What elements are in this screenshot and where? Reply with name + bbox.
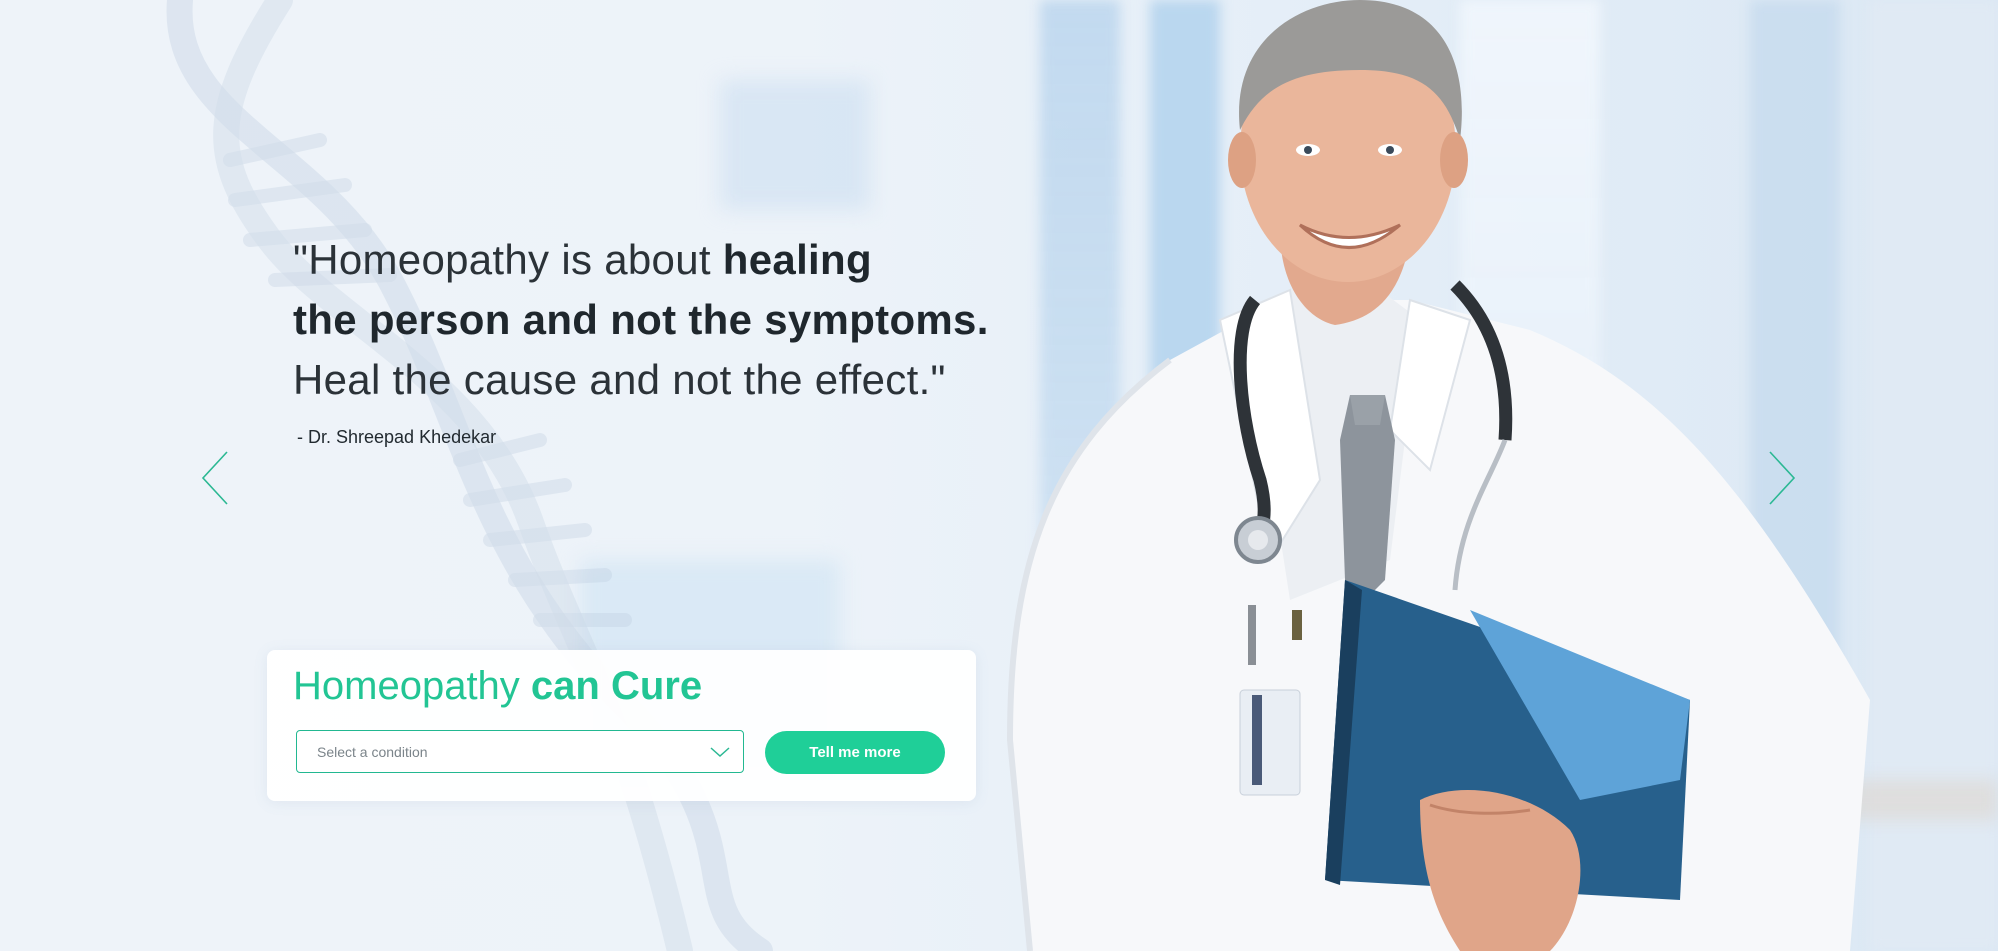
quote-line-2: the person and not the symptoms. [293,290,989,350]
chevron-down-icon [710,747,730,758]
condition-select[interactable]: Select a condition [296,730,744,773]
hero-quote: "Homeopathy is about healing the person … [293,230,989,410]
tell-me-more-button[interactable]: Tell me more [765,731,945,774]
condition-search-card: Homeopathy can Cure Select a condition T… [267,650,976,801]
quote-line-3-text: Heal the cause and not the effect." [293,356,946,403]
quote-line-1-text: "Homeopathy is about [293,236,723,283]
quote-line-2-emphasis: the person and not the symptoms. [293,296,989,343]
hero-slider: "Homeopathy is about healing the person … [0,0,1998,951]
quote-line-1-emphasis: healing [722,236,872,283]
chevron-left-icon[interactable] [199,448,233,508]
card-title-text: Homeopathy [293,664,531,708]
dna-helix-image [166,0,773,951]
card-title: Homeopathy can Cure [293,664,702,709]
quote-author: - Dr. Shreepad Khedekar [297,427,497,447]
quote-line-1: "Homeopathy is about healing [293,230,989,290]
card-title-emphasis: can Cure [530,664,703,708]
condition-select-placeholder: Select a condition [317,744,428,760]
quote-line-3: Heal the cause and not the effect." [293,350,989,410]
chevron-right-icon[interactable] [1764,448,1798,508]
